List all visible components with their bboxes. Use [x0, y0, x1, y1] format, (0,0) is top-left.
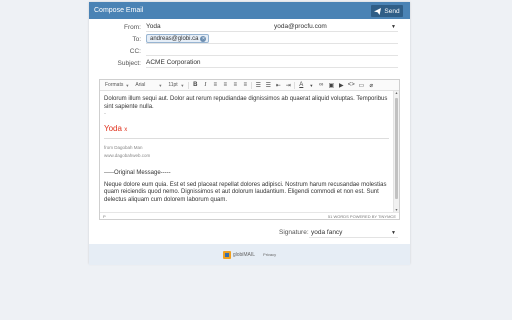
chevron-down-icon[interactable]: ▼ — [306, 81, 316, 90]
send-label: Send — [384, 7, 400, 15]
element-path: P — [103, 213, 106, 219]
to-row: To: andreas@globi.ca × — [89, 34, 398, 44]
cc-label: CC: — [129, 47, 141, 55]
outdent-icon[interactable]: ⇤ — [273, 81, 283, 90]
align-left-icon[interactable]: ≡ — [210, 81, 220, 90]
subject-field[interactable]: ACME Corporation — [146, 58, 398, 68]
signature-row: Signature: yoda fancy ▼ — [89, 228, 398, 238]
original-message-header: -----Original Message----- — [104, 170, 171, 176]
logo-icon — [222, 250, 231, 259]
compose-email-window: Compose Email Send From: Yoda yoda@procf… — [89, 2, 410, 264]
from-label: From: — [124, 23, 141, 31]
chevron-down-icon: ▼ — [125, 82, 130, 88]
signature-block: Yoda x — [104, 123, 389, 135]
toolbar-divider — [294, 81, 296, 89]
recipient-email: andreas@globi.ca — [150, 35, 199, 42]
code-icon[interactable]: <> — [346, 81, 356, 90]
editor-scrollbar[interactable]: ▲ ▼ — [393, 91, 399, 212]
font-label: Arial — [135, 82, 146, 88]
horizontal-rule-icon[interactable]: ▭ — [356, 81, 366, 90]
subject-label: Subject: — [117, 59, 142, 67]
signature-label: Signature: — [279, 229, 309, 236]
formats-dropdown[interactable]: Formats ▼ — [102, 82, 132, 88]
indent-icon[interactable]: ⇥ — [283, 81, 293, 90]
align-justify-icon[interactable]: ≡ — [240, 81, 250, 90]
message-paragraph: Dolorum illum sequi aut. Dolor aut rerum… — [104, 96, 388, 110]
toolbar-divider — [251, 81, 253, 89]
chevron-down-icon: ▼ — [158, 82, 163, 88]
from-select[interactable]: Yoda yoda@procfu.com ▼ — [146, 22, 398, 32]
subject-value: ACME Corporation — [146, 59, 201, 66]
font-family-dropdown[interactable]: Arial ▼ — [132, 82, 165, 88]
send-button[interactable]: Send — [371, 5, 403, 17]
cc-field[interactable] — [146, 46, 398, 56]
signature-mark: x — [124, 126, 128, 133]
chevron-down-icon: ▼ — [180, 82, 185, 88]
signature-divider — [104, 138, 389, 139]
media-icon[interactable]: ▶ — [336, 81, 346, 90]
email-header-form: From: Yoda yoda@procfu.com ▼ To: andreas… — [89, 19, 410, 71]
app-logo: globiMAIL — [222, 250, 256, 259]
text-color-icon[interactable]: A — [296, 81, 306, 90]
size-label: 11pt — [168, 82, 178, 88]
image-icon[interactable]: ▣ — [326, 81, 336, 90]
window-title: Compose Email — [94, 7, 144, 14]
to-field[interactable]: andreas@globi.ca × — [146, 34, 398, 44]
logo-text: globiMAIL — [232, 251, 256, 258]
window-titlebar: Compose Email Send — [89, 2, 410, 19]
editor-toolbar: Formats ▼ Arial ▼ 11pt ▼ B I ≡ ≡ ≡ ≡ ☰ ☰ ⇤ … — [100, 80, 399, 91]
word-count: 51 WORDS POWERED BY TINYMCE — [327, 213, 396, 219]
bold-icon[interactable]: B — [190, 81, 200, 90]
chevron-down-icon: ▼ — [391, 229, 396, 236]
signature-select[interactable]: yoda fancy ▼ — [309, 228, 398, 238]
formats-label: Formats — [105, 82, 124, 88]
cc-row: CC: — [89, 46, 398, 56]
signature-website: www.dagobahweb.com — [104, 153, 151, 158]
font-size-dropdown[interactable]: 11pt ▼ — [165, 82, 187, 88]
editor-statusbar: P 51 WORDS POWERED BY TINYMCE — [100, 212, 399, 219]
bullet-list-icon[interactable]: ☰ — [253, 81, 263, 90]
attach-icon[interactable]: ⌀ — [366, 81, 376, 90]
signature-value: yoda fancy — [311, 229, 343, 236]
spacer-dash: - — [104, 111, 106, 117]
message-editor: Formats ▼ Arial ▼ 11pt ▼ B I ≡ ≡ ≡ ≡ ☰ ☰ ⇤ … — [99, 79, 400, 220]
subject-row: Subject: ACME Corporation — [89, 58, 398, 68]
signature-name: Yoda — [104, 123, 122, 133]
from-email: yoda@procfu.com — [274, 23, 327, 30]
to-label: To: — [132, 35, 141, 43]
scroll-up-icon[interactable]: ▲ — [394, 91, 399, 95]
align-center-icon[interactable]: ≡ — [220, 81, 230, 90]
footer-link[interactable]: Privacy — [263, 252, 276, 257]
toolbar-divider — [188, 81, 190, 89]
chevron-down-icon: ▼ — [391, 23, 396, 30]
recipient-chip[interactable]: andreas@globi.ca × — [146, 34, 210, 43]
scrollbar-thumb[interactable] — [395, 98, 398, 199]
remove-recipient-icon[interactable]: × — [200, 35, 207, 42]
page-footer: globiMAIL Privacy — [89, 244, 410, 265]
quoted-paragraph: Neque dolore eum quia. Est et sed placea… — [104, 181, 387, 203]
link-icon[interactable]: ∞ — [316, 81, 326, 90]
numbered-list-icon[interactable]: ☰ — [263, 81, 273, 90]
signature-from: from Dagobah Man — [104, 145, 143, 150]
from-name: Yoda — [146, 23, 161, 30]
align-right-icon[interactable]: ≡ — [230, 81, 240, 90]
italic-icon[interactable]: I — [200, 81, 210, 90]
from-row: From: Yoda yoda@procfu.com ▼ — [89, 22, 398, 32]
editor-content[interactable]: Dolorum illum sequi aut. Dolor aut rerum… — [100, 91, 393, 212]
send-icon — [374, 7, 382, 15]
